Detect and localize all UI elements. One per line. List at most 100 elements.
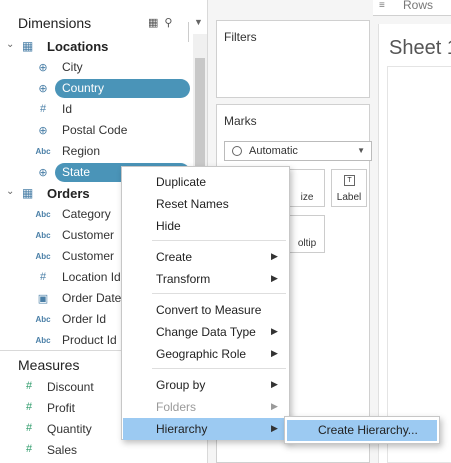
field-label: Customer [62,228,115,242]
field-label: Product Id [62,333,117,347]
string-abc-icon: Abc [35,210,51,219]
string-abc-icon: Abc [35,231,51,240]
search-icon[interactable]: ⚲ [164,17,172,29]
menu-item-create-hierarchy[interactable]: Create Hierarchy... [287,420,437,441]
dropdown-menu-icon[interactable]: ▼ [194,17,203,27]
menu-separator [152,368,286,369]
calendar-icon: ▣ [37,293,49,305]
globe-icon: ⊕ [38,62,48,74]
menu-item-label: Hide [156,219,181,233]
field-label: Location Id [62,270,121,284]
table-icon: ▦ [22,186,34,200]
field-postal-code[interactable]: ⊕ Postal Code [0,120,190,141]
tooltip-button[interactable]: oltip [289,215,325,253]
field-label: Country [62,81,105,95]
menu-item-hide[interactable]: Hide [123,215,288,237]
measures-title: Measures [18,357,80,373]
menu-item-folders: Folders ▶ [123,396,288,418]
collapse-caret-icon[interactable]: ⌄ [6,186,14,197]
menu-item-reset-names[interactable]: Reset Names [123,193,288,215]
submenu-arrow-icon: ▶ [271,379,278,389]
menu-item-label: Transform [156,272,211,286]
dimensions-title: Dimensions [18,15,92,31]
dimensions-tools: ▦ ⚲ [148,16,178,29]
dimensions-header: Dimensions ▦ ⚲ ▼ [0,12,206,42]
mark-type-dropdown[interactable]: Automatic ▼ [224,141,372,161]
menu-item-change-data-type[interactable]: Change Data Type ▶ [123,321,288,343]
text-icon: T [344,175,355,186]
sheet-title[interactable]: Sheet 1 [389,37,451,60]
menu-item-create[interactable]: Create ▶ [123,246,288,268]
rows-icon: ≡ [379,0,385,11]
submenu-arrow-icon: ▶ [271,273,278,283]
context-menu: Duplicate Reset Names Hide Create ▶ Tran… [121,166,290,440]
globe-icon: ⊕ [38,167,48,179]
field-region[interactable]: Abc Region [0,141,190,162]
filters-title: Filters [224,30,257,44]
menu-item-geographic-role[interactable]: Geographic Role ▶ [123,343,288,365]
measure-label: Quantity [47,422,92,436]
number-icon: # [39,271,47,283]
view-list-icon[interactable]: ▦ [148,17,158,29]
menu-item-label: Duplicate [156,175,207,189]
menu-item-label: Create [156,250,193,264]
measure-label: Discount [47,380,94,394]
mark-type-value: Automatic [249,145,298,157]
globe-icon: ⊕ [38,125,48,137]
filters-card[interactable]: Filters [216,20,370,98]
submenu-arrow-icon: ▶ [271,348,278,358]
submenu-arrow-icon: ▶ [271,401,278,411]
collapse-caret-icon[interactable]: ⌄ [6,39,14,50]
menu-item-duplicate[interactable]: Duplicate [123,171,288,193]
tooltip-label: oltip [297,238,317,249]
size-label: ize [300,192,314,203]
menu-item-transform[interactable]: Transform ▶ [123,268,288,290]
menu-item-label: Group by [156,378,206,392]
group-locations[interactable]: ⌄ ▦ Locations [0,36,190,57]
field-city[interactable]: ⊕ City [0,57,190,78]
menu-item-label: Change Data Type [156,325,256,339]
measure-sales[interactable]: # Sales [0,440,190,461]
hierarchy-submenu: Create Hierarchy... [284,416,440,444]
label-button[interactable]: T Label [331,169,367,207]
string-abc-icon: Abc [35,147,51,156]
field-label: Region [62,144,101,158]
label-label: Label [336,192,362,203]
menu-separator [152,293,286,294]
menu-item-group-by[interactable]: Group by ▶ [123,374,288,396]
number-icon: # [25,401,33,413]
rows-label: Rows [403,0,434,12]
field-label: Category [62,207,111,221]
field-country[interactable]: ⊕ Country [0,78,190,99]
rows-shelf[interactable]: ≡ Rows [373,0,451,16]
field-label: Order Id [62,312,107,326]
field-label: Order Date [62,291,122,305]
number-icon: # [25,422,33,434]
view-canvas[interactable] [387,66,451,463]
menu-item-label: Convert to Measure [156,303,262,317]
submenu-arrow-icon: ▶ [271,326,278,336]
menu-item-label: Create Hierarchy... [318,423,418,437]
chevron-down-icon: ▼ [357,146,365,155]
string-abc-icon: Abc [35,252,51,261]
size-button[interactable]: ize [289,169,325,207]
marks-title: Marks [224,114,257,128]
measure-label: Sales [47,443,78,457]
circle-mark-icon [232,146,242,156]
number-icon: # [39,103,47,115]
menu-item-label: Geographic Role [156,347,247,361]
globe-icon: ⊕ [38,83,48,95]
field-id[interactable]: # Id [0,99,190,120]
menu-item-label: Reset Names [156,197,229,211]
view-pane: ≡ Rows Sheet 1 [373,0,451,463]
field-label: State [62,165,91,179]
menu-item-hierarchy[interactable]: Hierarchy ▶ [123,418,288,440]
measure-label: Profit [47,401,76,415]
menu-item-convert-to-measure[interactable]: Convert to Measure [123,299,288,321]
field-label: City [62,60,83,74]
menu-item-label: Folders [156,400,197,414]
number-icon: # [25,380,33,392]
worksheet: Sheet 1 [378,24,451,463]
field-label: Id [62,102,73,116]
menu-item-label: Hierarchy [156,422,208,436]
